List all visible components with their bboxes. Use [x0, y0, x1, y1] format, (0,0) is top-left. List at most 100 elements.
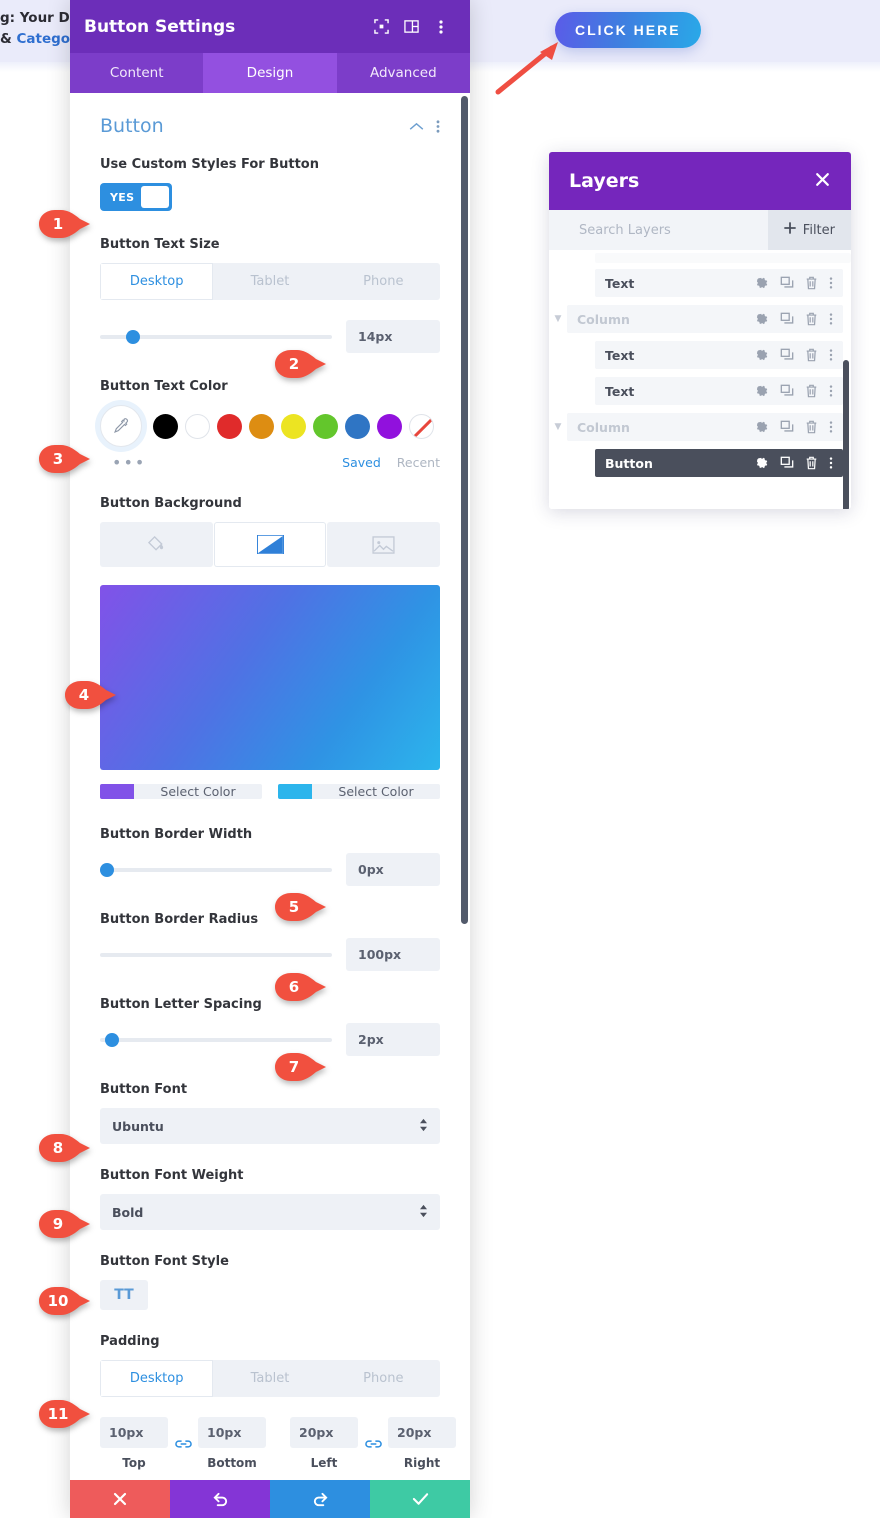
slider-handle[interactable]: [100, 862, 114, 877]
gradient-right-chip[interactable]: [278, 784, 312, 799]
swatch-white[interactable]: [185, 413, 210, 439]
chevron-down-icon[interactable]: ▼: [549, 314, 567, 324]
chevron-up-icon[interactable]: [409, 122, 424, 131]
redo-button[interactable]: [270, 1480, 370, 1518]
letter-spacing-value[interactable]: 2px: [346, 1023, 440, 1056]
custom-styles-toggle[interactable]: YES: [100, 183, 172, 211]
kebab-icon[interactable]: [436, 119, 440, 134]
image-icon[interactable]: [327, 522, 441, 567]
kebab-icon[interactable]: [829, 348, 833, 362]
device-tab-desktop[interactable]: Desktop: [100, 263, 214, 300]
padding-top-input[interactable]: 10px: [100, 1417, 168, 1448]
device-tab-phone[interactable]: Phone: [327, 263, 440, 300]
modal-scrollbar[interactable]: [461, 96, 468, 924]
tab-design[interactable]: Design: [203, 53, 337, 93]
border-width-slider[interactable]: [100, 862, 332, 877]
select-color-left-button[interactable]: Select Color: [134, 784, 262, 799]
kebab-icon[interactable]: [829, 312, 833, 326]
tab-advanced[interactable]: Advanced: [337, 53, 470, 93]
tab-content[interactable]: Content: [70, 53, 203, 93]
trash-icon[interactable]: [805, 276, 818, 290]
search-layers-input[interactable]: Search Layers: [579, 223, 768, 238]
cancel-button[interactable]: [70, 1480, 170, 1518]
gear-icon[interactable]: [755, 348, 769, 362]
layers-scrollbar[interactable]: [843, 360, 849, 509]
layer-row-text-0[interactable]: Text: [549, 269, 851, 297]
gradient-right-picker[interactable]: Select Color: [278, 784, 440, 799]
chevron-down-icon[interactable]: ▼: [549, 422, 567, 432]
padding-bottom-input[interactable]: 10px: [198, 1417, 266, 1448]
trash-icon[interactable]: [805, 456, 818, 470]
undo-button[interactable]: [170, 1480, 270, 1518]
text-size-value[interactable]: 14px: [346, 320, 440, 353]
close-icon[interactable]: [814, 171, 831, 191]
kebab-icon[interactable]: [829, 420, 833, 434]
border-width-value[interactable]: 0px: [346, 853, 440, 886]
link-icon[interactable]: [358, 1437, 388, 1451]
swatch-none[interactable]: [409, 413, 434, 439]
layer-row-column-4[interactable]: ▼ Column: [549, 413, 851, 441]
select-color-right-button[interactable]: Select Color: [312, 784, 440, 799]
font-select[interactable]: Ubuntu: [100, 1108, 440, 1144]
duplicate-icon[interactable]: [780, 348, 794, 362]
swatch-red[interactable]: [217, 413, 242, 439]
padding-right-input[interactable]: 20px: [388, 1417, 456, 1448]
duplicate-icon[interactable]: [780, 384, 794, 398]
layer-row-text-2[interactable]: Text: [549, 341, 851, 369]
trash-icon[interactable]: [805, 420, 818, 434]
trash-icon[interactable]: [805, 384, 818, 398]
trash-icon[interactable]: [805, 348, 818, 362]
kebab-icon[interactable]: [426, 12, 456, 42]
padding-device-tab-phone[interactable]: Phone: [327, 1360, 440, 1397]
text-size-slider[interactable]: [100, 329, 332, 344]
duplicate-icon[interactable]: [780, 456, 794, 470]
layer-row-text-3[interactable]: Text: [549, 377, 851, 405]
gradient-left-chip[interactable]: [100, 784, 134, 799]
swatch-blue[interactable]: [345, 413, 370, 439]
slider-handle[interactable]: [104, 1032, 119, 1047]
click-here-preview-button[interactable]: CLICK HERE: [555, 12, 701, 48]
padding-left-input[interactable]: 20px: [290, 1417, 358, 1448]
save-button[interactable]: [370, 1480, 470, 1518]
swatch-yellow[interactable]: [281, 413, 306, 439]
padding-device-tab-tablet[interactable]: Tablet: [213, 1360, 326, 1397]
kebab-icon[interactable]: [829, 276, 833, 290]
kebab-icon[interactable]: [829, 384, 833, 398]
slider-handle[interactable]: [125, 329, 140, 344]
paint-bucket-icon[interactable]: [100, 522, 213, 567]
duplicate-icon[interactable]: [780, 420, 794, 434]
eyedropper-icon[interactable]: [100, 405, 142, 447]
filter-button[interactable]: Filter: [767, 210, 851, 250]
layer-row-button-5[interactable]: Button: [549, 449, 851, 477]
letter-spacing-slider[interactable]: [100, 1032, 332, 1047]
font-style-uppercase-button[interactable]: TT: [100, 1280, 148, 1310]
saved-colors-link[interactable]: Saved: [342, 455, 381, 470]
snippet-category-link[interactable]: Category: [16, 31, 72, 47]
gradient-left-picker[interactable]: Select Color: [100, 784, 262, 799]
border-radius-slider[interactable]: [100, 952, 332, 957]
duplicate-icon[interactable]: [780, 276, 794, 290]
expand-icon[interactable]: [366, 12, 396, 42]
gradient-icon[interactable]: [213, 522, 327, 567]
layer-row-column-1[interactable]: ▼ Column: [549, 305, 851, 333]
padding-device-tab-desktop[interactable]: Desktop: [100, 1360, 214, 1397]
border-radius-value[interactable]: 100px: [346, 938, 440, 971]
duplicate-icon[interactable]: [780, 312, 794, 326]
gear-icon[interactable]: [755, 384, 769, 398]
gear-icon[interactable]: [755, 312, 769, 326]
swatch-orange[interactable]: [249, 413, 274, 439]
recent-colors-link[interactable]: Recent: [397, 455, 440, 470]
swatch-purple[interactable]: [377, 413, 402, 439]
layout-icon[interactable]: [396, 12, 426, 42]
gear-icon[interactable]: [755, 456, 769, 470]
font-weight-select[interactable]: Bold: [100, 1194, 440, 1230]
link-icon[interactable]: [168, 1437, 198, 1451]
swatch-black[interactable]: [153, 413, 178, 439]
ellipsis-icon[interactable]: •••: [100, 453, 326, 472]
kebab-icon[interactable]: [829, 456, 833, 470]
gear-icon[interactable]: [755, 276, 769, 290]
trash-icon[interactable]: [805, 312, 818, 326]
gradient-preview[interactable]: [100, 585, 440, 770]
device-tab-tablet[interactable]: Tablet: [213, 263, 326, 300]
gear-icon[interactable]: [755, 420, 769, 434]
